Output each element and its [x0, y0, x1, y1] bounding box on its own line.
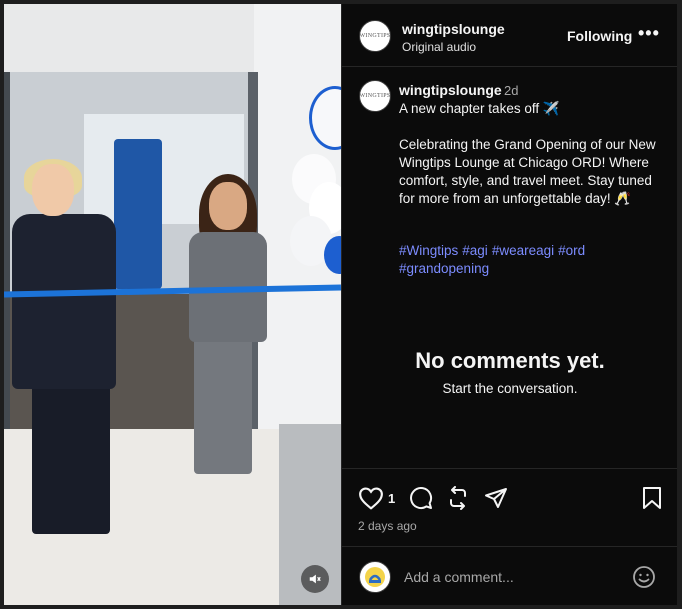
current-user-avatar — [359, 561, 391, 593]
person-left-body — [12, 214, 116, 389]
emoji-button[interactable] — [632, 565, 656, 594]
video-player[interactable] — [4, 4, 341, 605]
comment-button[interactable] — [409, 486, 433, 515]
person-right-legs — [194, 334, 252, 474]
hashtag-link[interactable]: #Wingtips — [399, 243, 458, 258]
repost-icon — [450, 486, 466, 510]
more-options-icon[interactable]: ••• — [638, 23, 660, 44]
hashtag-link[interactable]: #ord — [558, 243, 585, 258]
bookmark-icon — [643, 487, 661, 509]
header-username[interactable]: wingtipslounge — [402, 21, 505, 37]
post-modal: WINGTIPS wingtipslounge Original audio F… — [4, 4, 677, 605]
no-comments-subtitle: Start the conversation. — [442, 381, 578, 396]
audio-label[interactable]: Original audio — [402, 40, 476, 54]
post-header: WINGTIPS wingtipslounge Original audio F… — [342, 4, 677, 67]
post-date[interactable]: 2 days ago — [358, 519, 417, 533]
action-bar: 1 2 days ago — [342, 468, 677, 547]
like-button[interactable] — [358, 486, 384, 515]
avatar-logo-text: WINGTIPS — [359, 93, 391, 99]
caption-timestamp[interactable]: 2d — [504, 83, 518, 98]
caption-section: WINGTIPS wingtipslounge 2d A new chapter… — [342, 66, 677, 468]
heart-icon — [359, 487, 383, 510]
scene-door-frame-left — [4, 72, 10, 432]
hashtag-link[interactable]: #grandopening — [399, 261, 489, 276]
avatar[interactable]: WINGTIPS — [359, 20, 391, 52]
avatar-logo-text: WINGTIPS — [359, 33, 391, 39]
mute-button[interactable] — [301, 565, 329, 593]
speaker-muted-icon — [309, 574, 321, 584]
following-button[interactable]: Following — [567, 28, 632, 44]
person-left-legs — [32, 374, 110, 534]
caption-username[interactable]: wingtipslounge — [399, 82, 502, 98]
emoji-icon — [633, 566, 655, 588]
scene-blue-column — [114, 139, 162, 289]
post-details-panel: WINGTIPS wingtipslounge Original audio F… — [341, 4, 677, 605]
no-comments-title: No comments yet. — [415, 348, 605, 373]
share-button[interactable] — [484, 486, 508, 515]
like-count[interactable]: 1 — [388, 491, 395, 506]
hashtag-link[interactable]: #weareagi — [492, 243, 554, 258]
avatar[interactable]: WINGTIPS — [359, 80, 391, 112]
save-button[interactable] — [642, 486, 662, 515]
send-icon — [485, 488, 507, 508]
hashtag-list: #Wingtips #agi #weareagi #ord #grandopening — [399, 242, 669, 278]
comment-input[interactable] — [402, 565, 626, 589]
user-avatar-icon — [365, 567, 385, 587]
repost-button[interactable] — [446, 486, 470, 515]
hashtag-link[interactable]: #agi — [462, 243, 488, 258]
caption-text: A new chapter takes off ✈️ Celebrating t… — [399, 101, 656, 206]
person-right-head — [209, 182, 247, 230]
add-comment-bar — [342, 546, 677, 605]
comment-icon — [410, 487, 433, 509]
person-left-head — [32, 164, 74, 216]
